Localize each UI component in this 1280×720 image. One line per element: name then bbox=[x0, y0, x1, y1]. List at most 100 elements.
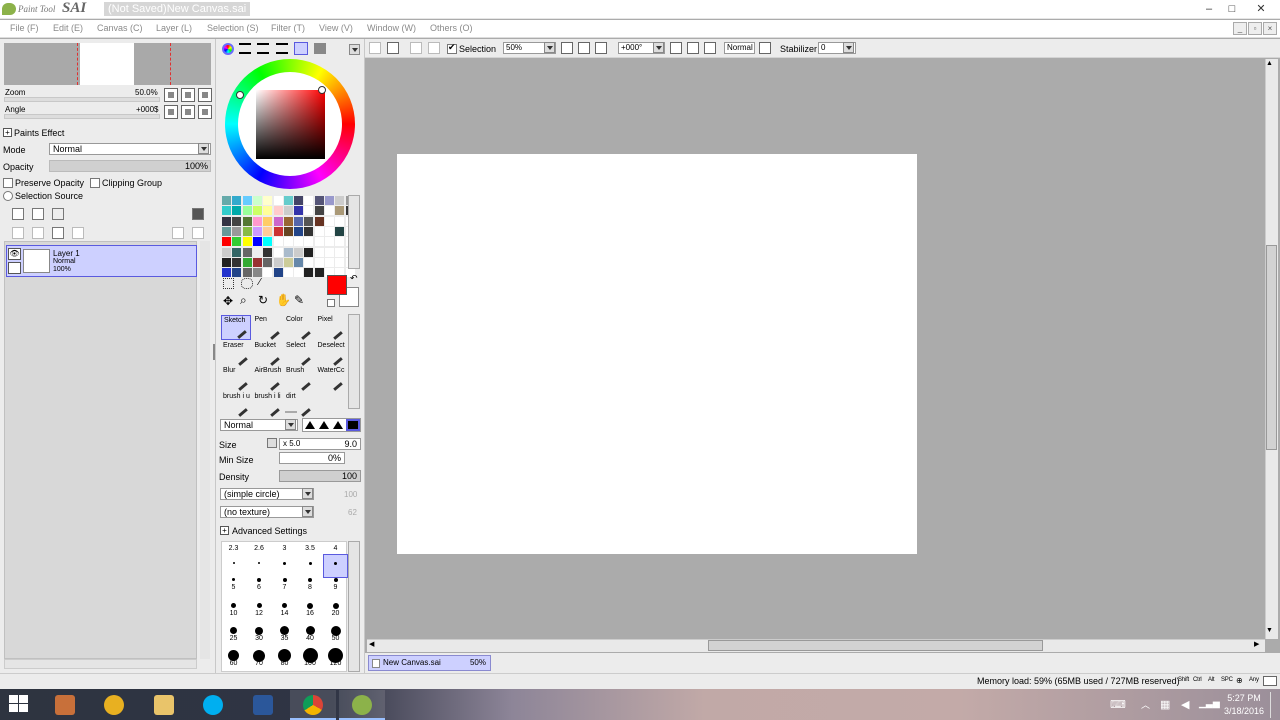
view-mode-field[interactable]: Normal bbox=[724, 42, 755, 54]
color-swatch[interactable] bbox=[314, 268, 324, 278]
expand-icon[interactable]: + bbox=[3, 128, 12, 137]
clear-layer-icon[interactable] bbox=[52, 227, 64, 239]
shape-solid-icon[interactable] bbox=[346, 419, 360, 431]
menu-view[interactable]: View (V) bbox=[319, 23, 353, 33]
color-swatch[interactable] bbox=[263, 216, 273, 226]
move-icon[interactable]: ✥ bbox=[223, 295, 233, 307]
layer-list-scrollbar[interactable] bbox=[200, 241, 210, 659]
chevron-down-icon[interactable] bbox=[653, 42, 664, 53]
color-swatch[interactable] bbox=[273, 247, 283, 257]
color-swatch[interactable] bbox=[335, 247, 345, 257]
color-swatch[interactable] bbox=[304, 237, 314, 247]
keyboard-icon[interactable]: ⌨ bbox=[1110, 698, 1126, 711]
color-swatch[interactable] bbox=[242, 247, 252, 257]
color-swatch[interactable] bbox=[242, 268, 252, 278]
color-swatch[interactable] bbox=[263, 268, 273, 278]
shape-hard-icon[interactable] bbox=[331, 419, 345, 431]
color-swatch[interactable] bbox=[252, 196, 262, 205]
color-swatch[interactable] bbox=[263, 257, 273, 267]
tool-color[interactable]: Color bbox=[284, 315, 314, 340]
taskbar-app-clock[interactable] bbox=[91, 690, 137, 720]
color-swatch[interactable] bbox=[222, 216, 231, 226]
brush-size-dot[interactable] bbox=[282, 577, 287, 582]
eyedropper-icon[interactable]: ✎ bbox=[294, 294, 304, 306]
hand-icon[interactable]: ✋ bbox=[276, 294, 291, 306]
chevron-down-icon[interactable] bbox=[302, 506, 313, 517]
brush-size-dot[interactable] bbox=[283, 562, 286, 565]
color-swatch[interactable] bbox=[232, 226, 242, 236]
brush-texture-select[interactable]: (no texture) bbox=[220, 506, 314, 518]
apply-mask-icon[interactable] bbox=[192, 227, 204, 239]
size-field[interactable]: x 5.0 9.0 bbox=[279, 438, 361, 450]
network-icon[interactable]: ▦ bbox=[1160, 698, 1170, 711]
color-swatch[interactable] bbox=[335, 196, 345, 205]
close-button[interactable]: ✕ bbox=[1246, 0, 1276, 18]
brush-size-dot[interactable] bbox=[305, 626, 315, 635]
color-swatch[interactable] bbox=[263, 226, 273, 236]
taskbar-app-paint[interactable] bbox=[42, 690, 88, 720]
new-folder-icon[interactable] bbox=[52, 208, 64, 220]
zoom-out-icon[interactable] bbox=[561, 42, 573, 54]
scratchpad-tab-icon[interactable] bbox=[314, 43, 326, 54]
zoom-fit-icon[interactable] bbox=[595, 42, 607, 54]
color-swatch[interactable] bbox=[294, 247, 304, 257]
rect-select-icon[interactable] bbox=[223, 278, 234, 289]
color-swatch[interactable] bbox=[283, 237, 293, 247]
color-swatch[interactable] bbox=[335, 216, 345, 226]
color-swatch[interactable] bbox=[304, 206, 314, 216]
menu-edit[interactable]: Edit (E) bbox=[53, 23, 83, 33]
tool-watercc[interactable]: WaterCc bbox=[316, 366, 346, 391]
color-swatch[interactable] bbox=[314, 216, 324, 226]
redo-icon[interactable] bbox=[387, 42, 399, 54]
taskbar-app-sai[interactable] bbox=[339, 690, 385, 720]
swap-colors-icon[interactable]: ↶ bbox=[350, 273, 358, 284]
brush-size-dot[interactable] bbox=[280, 626, 289, 635]
color-swatch[interactable] bbox=[314, 226, 324, 236]
rotate-reset-icon[interactable] bbox=[704, 42, 716, 54]
color-swatch[interactable] bbox=[325, 196, 334, 205]
color-swatch[interactable] bbox=[325, 226, 334, 236]
color-swatch[interactable] bbox=[263, 237, 273, 247]
color-swatch[interactable] bbox=[242, 196, 252, 205]
color-swatch[interactable] bbox=[314, 237, 324, 247]
show-desktop-button[interactable] bbox=[1270, 692, 1280, 718]
brush-size-dot[interactable] bbox=[230, 627, 237, 634]
selection-source-radio[interactable] bbox=[3, 191, 13, 201]
rotate-ccw-icon[interactable] bbox=[670, 42, 682, 54]
rotate-left-button[interactable] bbox=[164, 105, 178, 119]
color-swatch[interactable] bbox=[283, 206, 293, 216]
brush-size-scrollbar[interactable] bbox=[348, 541, 360, 672]
color-swatch[interactable] bbox=[304, 226, 314, 236]
tool-eraser[interactable]: Eraser bbox=[221, 341, 251, 366]
rotate-cw-icon[interactable] bbox=[687, 42, 699, 54]
brush-lock-icon[interactable] bbox=[8, 262, 21, 274]
color-swatch[interactable] bbox=[242, 237, 252, 247]
color-swatch[interactable] bbox=[283, 226, 293, 236]
color-swatch[interactable] bbox=[242, 257, 252, 267]
primary-color[interactable] bbox=[327, 275, 347, 295]
taskbar-clock[interactable]: 5:27 PM 3/18/2016 bbox=[1214, 692, 1274, 718]
transparent-color-icon[interactable] bbox=[327, 299, 335, 307]
color-wheel-tab-icon[interactable] bbox=[222, 43, 234, 55]
chevron-down-icon[interactable] bbox=[285, 419, 296, 430]
undo-icon[interactable] bbox=[369, 42, 381, 54]
color-swatch[interactable] bbox=[314, 257, 324, 267]
color-swatch[interactable] bbox=[273, 237, 283, 247]
tool-brush-i-li[interactable]: brush i li bbox=[253, 392, 283, 417]
color-swatch[interactable] bbox=[222, 206, 231, 216]
hue-marker[interactable] bbox=[236, 91, 244, 99]
color-swatch[interactable] bbox=[304, 257, 314, 267]
tool-pixel[interactable]: Pixel bbox=[316, 315, 346, 340]
color-swatch[interactable] bbox=[273, 226, 283, 236]
color-swatch[interactable] bbox=[232, 216, 242, 226]
color-swatch[interactable] bbox=[294, 226, 304, 236]
color-swatch[interactable] bbox=[273, 196, 283, 205]
color-swatch[interactable] bbox=[232, 257, 242, 267]
saturation-value-square[interactable] bbox=[256, 90, 325, 159]
maximize-button[interactable]: □ bbox=[1220, 0, 1244, 18]
preserve-opacity-checkbox[interactable] bbox=[3, 178, 13, 188]
menu-others[interactable]: Others (O) bbox=[430, 23, 473, 33]
color-swatch[interactable] bbox=[242, 226, 252, 236]
brush-size-dot[interactable] bbox=[232, 562, 235, 564]
density-slider[interactable]: 100 bbox=[279, 470, 361, 482]
